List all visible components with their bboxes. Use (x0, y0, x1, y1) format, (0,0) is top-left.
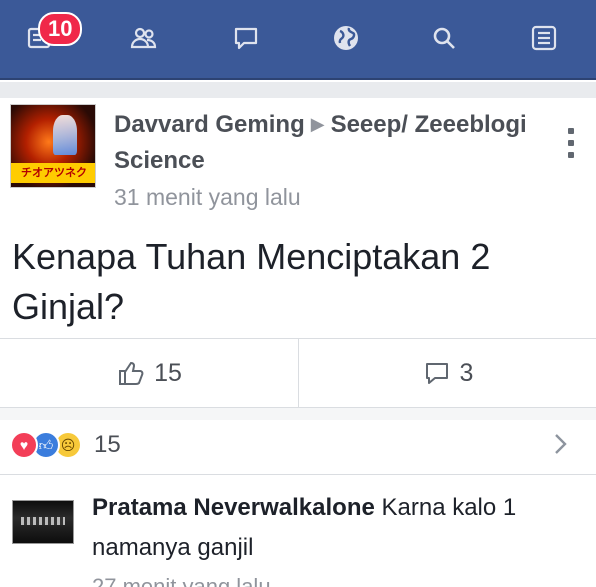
avatar-figure (53, 115, 77, 155)
globe-icon[interactable] (330, 22, 362, 54)
avatar-stage (21, 517, 65, 525)
notification-badge: 10 (38, 12, 83, 46)
comment-count: 3 (459, 358, 474, 387)
post-timestamp[interactable]: 31 menit yang lalu (114, 179, 544, 215)
commenter-name[interactable]: Pratama Neverwalkalone (92, 494, 375, 521)
arrow-right-icon: ▶ (310, 114, 325, 134)
love-reaction-icon: ♥ (10, 431, 38, 459)
section-separator (0, 408, 596, 420)
menu-icon[interactable] (528, 22, 560, 54)
feed-separator (0, 82, 596, 98)
top-nav-bar: 10 (0, 0, 596, 80)
post-text: Kenapa Tuhan Menciptakan 2 Ginjal? (12, 236, 491, 327)
post-actions: 15 3 (0, 338, 596, 408)
comment: Pratama Neverwalkalone Karna kalo 1 nama… (92, 488, 582, 568)
commenter-avatar[interactable] (12, 500, 74, 544)
page-avatar[interactable]: チオアツネク (10, 104, 96, 188)
like-button[interactable]: 15 (0, 339, 298, 407)
like-count: 15 (154, 358, 182, 387)
reactions-summary[interactable]: ♥ 👍︎ ☹ 15 (0, 420, 596, 470)
comment-icon (425, 363, 448, 384)
comment-button[interactable]: 3 (298, 339, 596, 407)
friends-icon[interactable] (128, 22, 160, 54)
avatar-label: チオアツネク (11, 163, 95, 183)
chevron-right-icon[interactable] (546, 430, 574, 458)
post-author[interactable]: Davvard Geming (114, 111, 305, 138)
post-author-line: Davvard Geming ▶ Seeep/ Zeeeblogi Science (114, 106, 544, 179)
comment-divider (0, 474, 596, 475)
thumbs-up-icon (119, 361, 144, 385)
reaction-count: 15 (94, 431, 121, 458)
messages-icon[interactable] (230, 22, 262, 54)
search-icon[interactable] (428, 22, 460, 54)
comment-timestamp[interactable]: 27 menit yang lalu (92, 574, 271, 587)
more-options-icon[interactable] (564, 128, 578, 158)
post-header: Davvard Geming ▶ Seeep/ Zeeeblogi Science … (114, 106, 544, 215)
